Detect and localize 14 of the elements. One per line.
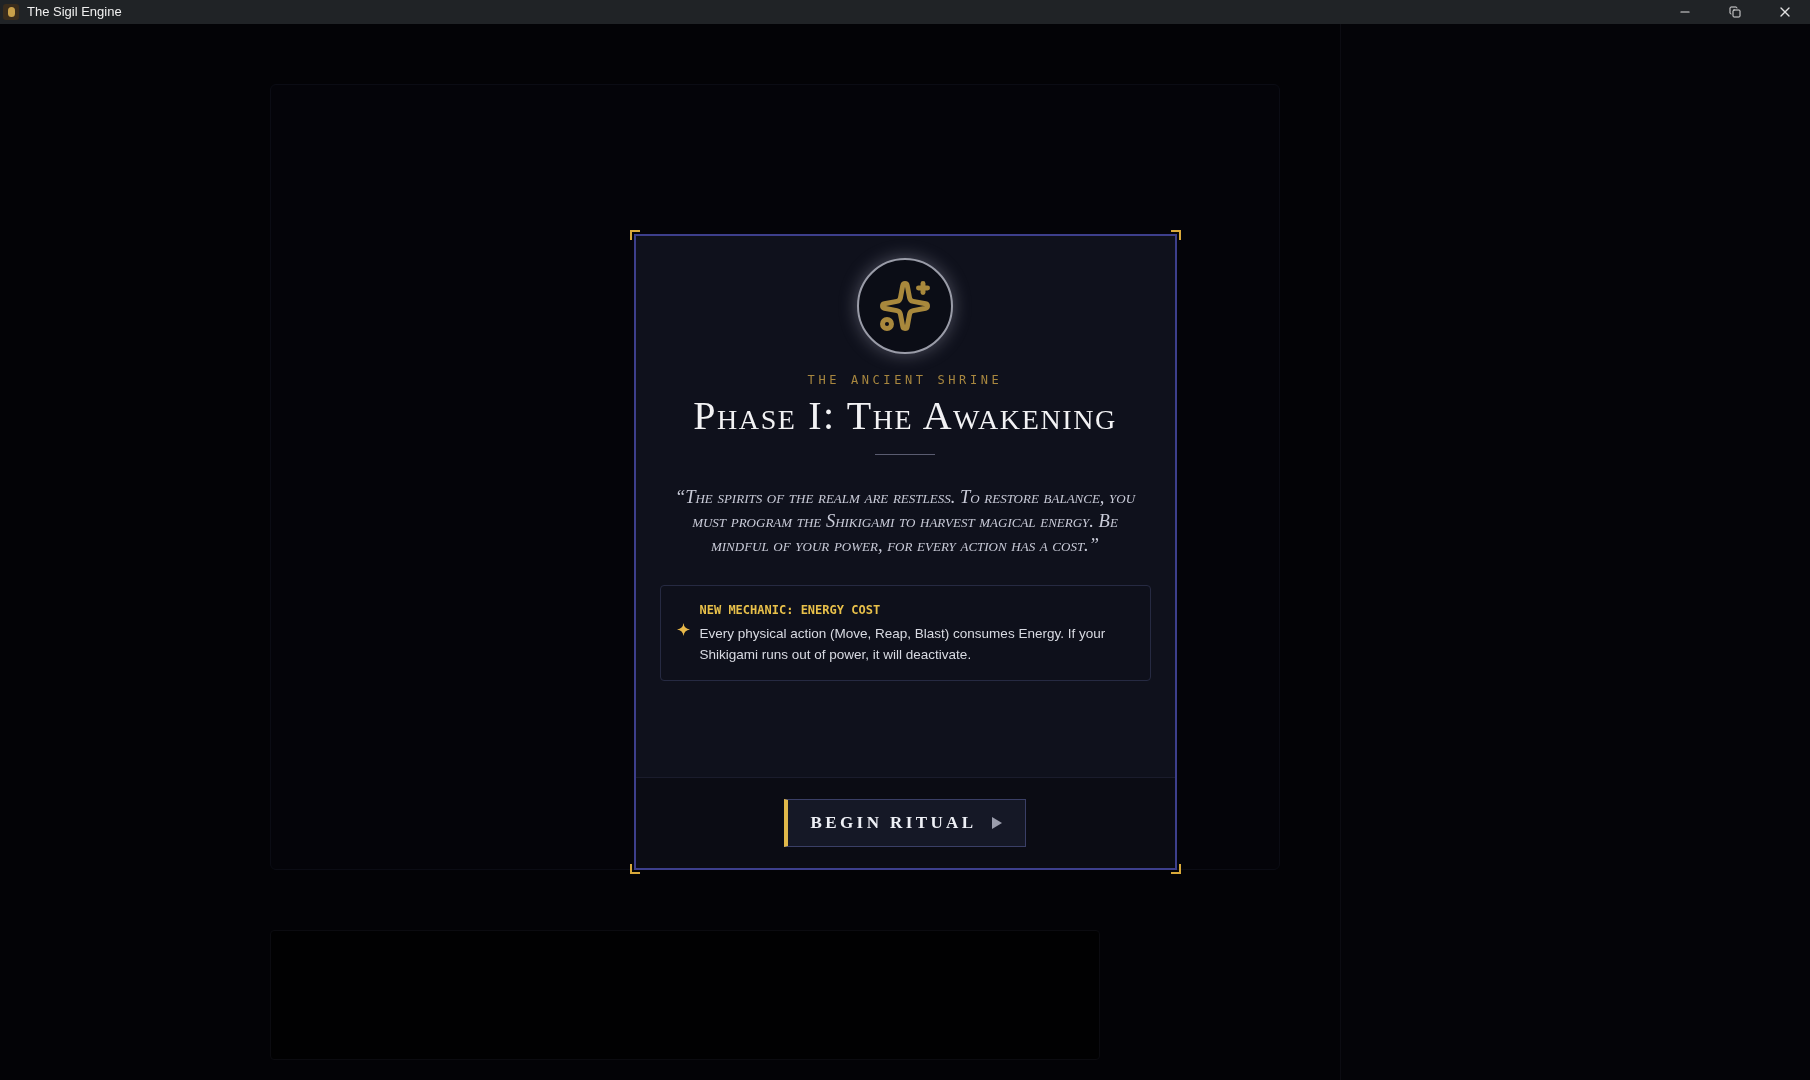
- dialog-eyebrow: THE ANCIENT SHRINE: [807, 372, 1003, 389]
- corner-ornament: [629, 230, 640, 240]
- begin-ritual-button[interactable]: BEGIN RITUAL: [784, 799, 1026, 847]
- app-logo-icon: [3, 4, 19, 20]
- play-icon: [992, 817, 1003, 829]
- dialog-title: Phase I: The Awakening: [693, 393, 1117, 439]
- restore-icon: [1729, 6, 1741, 18]
- window-title: The Sigil Engine: [27, 3, 122, 22]
- emblem-icon: [857, 258, 953, 354]
- corner-ornament: [1170, 230, 1181, 240]
- sparkle-icon: [676, 623, 690, 636]
- notice-text: Every physical action (Move, Reap, Blast) consumes Energy. If your Shikigami runs out of power, it will deactivate.: [699, 625, 1107, 664]
- dialog-quote: “The spirits of the realm are restless. To restore balance, you must program the Shikigami to harvest magical energy. Be mindful of your power, for every action has a cost.”: [673, 486, 1137, 557]
- notice-heading: NEW MECHANIC: ENERGY COST: [699, 602, 882, 619]
